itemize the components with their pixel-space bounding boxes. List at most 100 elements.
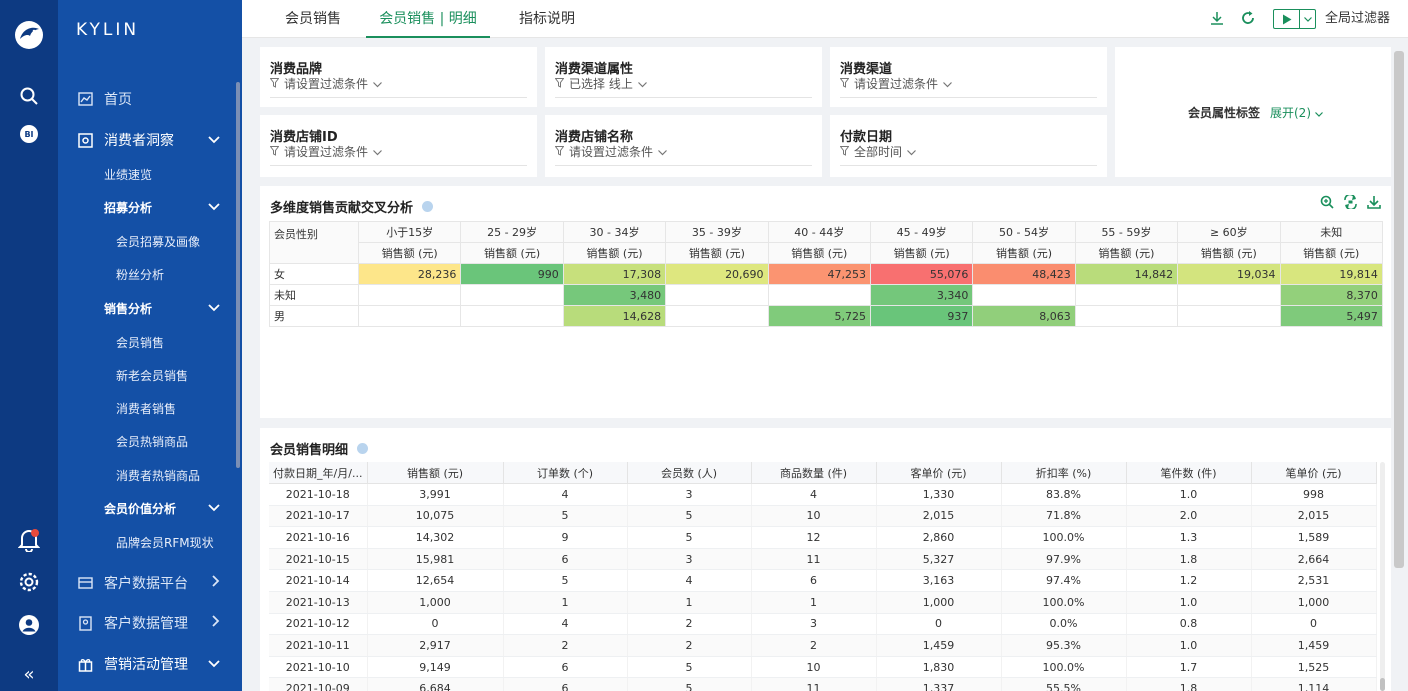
bell-icon[interactable] xyxy=(0,527,58,553)
sidebar-item-consumer-sales[interactable]: 消费者销售 xyxy=(58,394,242,422)
filter-value: 已选择 线上 xyxy=(554,75,647,92)
filter-payment-date[interactable]: 付款日期 全部时间 xyxy=(830,115,1107,177)
table-row[interactable]: 2021-10-10 9,149 6 5 10 1,830 100.0% 1.7 1,525 xyxy=(269,656,1377,679)
sidebar-item-consumer-hot[interactable]: 消费者热销商品 xyxy=(58,461,242,489)
sidebar-item-consumer-insight[interactable]: 消费者洞察 xyxy=(58,122,242,158)
member-tag-expand[interactable]: 展开(2) xyxy=(1270,104,1323,121)
filter-value-text: 请设置过滤条件 xyxy=(284,77,369,91)
main-content: 会员销售 会员销售 | 明细 指标说明 全局过滤器 消费品牌 请设置过滤条件 消… xyxy=(242,0,1408,691)
table-row[interactable]: 2021-10-13 1,000 1 1 1 1,000 100.0% 1.0 1,000 xyxy=(269,591,1377,614)
sidebar-group-member-value[interactable]: 会员价值分析 xyxy=(58,494,242,522)
sidebar-item-member-sales[interactable]: 会员销售 xyxy=(58,328,242,356)
search-icon[interactable] xyxy=(0,84,58,108)
gear-icon[interactable] xyxy=(0,570,58,594)
table-cell: 1,000 xyxy=(876,591,1002,614)
column-header[interactable]: 笔单价 (元) xyxy=(1251,462,1377,485)
column-header[interactable]: 客单价 (元) xyxy=(876,462,1002,485)
table-cell: 2021-10-11 xyxy=(269,634,368,657)
sidebar-item-cdp[interactable]: 客户数据平台 xyxy=(58,565,242,601)
switch-icon[interactable] xyxy=(1343,193,1358,212)
table-row[interactable]: 2021-10-18 3,991 4 3 4 1,330 83.8% 1.0 998 xyxy=(269,483,1377,506)
sidebar-item-home[interactable]: 首页 xyxy=(58,81,242,117)
user-icon[interactable] xyxy=(0,613,58,637)
download-icon[interactable] xyxy=(1210,10,1224,29)
table-cell: 15,981 xyxy=(367,548,504,571)
filter-icon xyxy=(554,145,565,159)
tab-bar: 会员销售 会员销售 | 明细 指标说明 全局过滤器 xyxy=(242,0,1408,38)
column-header[interactable]: 商品数量 (件) xyxy=(751,462,877,485)
table-row[interactable]: 2021-10-09 6,684 6 5 11 1,337 55.5% 1.8 1,114 xyxy=(269,677,1377,691)
table-row[interactable]: 2021-10-14 12,654 5 4 6 3,163 97.4% 1.2 2,531 xyxy=(269,569,1377,593)
filter-store-id[interactable]: 消费店铺ID 请设置过滤条件 xyxy=(260,115,537,177)
collapse-icon[interactable]: « xyxy=(0,662,58,686)
tab-metric-description[interactable]: 指标说明 xyxy=(519,0,575,38)
heat-cell: 3,480 xyxy=(562,284,667,306)
sidebar-item-fans[interactable]: 粉丝分析 xyxy=(58,260,242,288)
table-cell: 2,015 xyxy=(1251,505,1377,528)
table-row[interactable]: 2021-10-17 10,075 5 5 10 2,015 71.8% 2.0 2,015 xyxy=(269,505,1377,528)
refresh-icon[interactable] xyxy=(1241,10,1255,29)
filter-channel[interactable]: 消费渠道 请设置过滤条件 xyxy=(830,47,1107,107)
platform-icon xyxy=(76,574,94,592)
column-header[interactable]: 折扣率 (%) xyxy=(1001,462,1127,485)
sidebar-group-recruit[interactable]: 招募分析 xyxy=(58,193,242,221)
table-cell: 2021-10-10 xyxy=(269,656,368,679)
table-cell: 71.8% xyxy=(1001,505,1127,528)
zoom-icon[interactable] xyxy=(1320,195,1334,212)
row-label: 男 xyxy=(269,305,359,327)
sidebar-group-sales[interactable]: 销售分析 xyxy=(58,294,242,322)
sidebar-item-recruit-portrait[interactable]: 会员招募及画像 xyxy=(58,227,242,255)
bi-icon[interactable]: BI xyxy=(0,122,58,146)
table-cell: 1 xyxy=(751,591,877,614)
table-row[interactable]: 2021-10-11 2,917 2 2 2 1,459 95.3% 1.0 1,459 xyxy=(269,634,1377,657)
table-cell: 6 xyxy=(503,656,628,679)
filter-store-name[interactable]: 消费店铺名称 请设置过滤条件 xyxy=(545,115,822,177)
sidebar-item-performance[interactable]: 业绩速览 xyxy=(58,160,242,188)
age-header: 50 - 54岁 xyxy=(972,221,1076,243)
insight-icon xyxy=(76,131,94,149)
sidebar-item-cdm[interactable]: 客户数据管理 xyxy=(58,605,242,641)
icon-rail: BI « xyxy=(0,0,58,691)
sidebar-item-marketing[interactable]: 营销活动管理 xyxy=(58,646,242,682)
play-icon[interactable] xyxy=(1274,10,1299,28)
chevron-down-icon[interactable] xyxy=(1299,10,1315,28)
download-icon[interactable] xyxy=(1367,195,1381,212)
table-cell: 83.8% xyxy=(1001,483,1127,506)
metric-header: 销售额 (元) xyxy=(869,242,974,264)
table-row[interactable]: 2021-10-12 0 4 2 3 0 0.0% 0.8 0 xyxy=(269,613,1377,636)
main-scrollbar[interactable] xyxy=(1394,51,1404,568)
tab-member-sales-detail[interactable]: 会员销售 | 明细 xyxy=(366,0,490,38)
heat-cell xyxy=(1177,305,1281,327)
column-header[interactable]: 订单数 (个) xyxy=(503,462,628,485)
tab-member-sales[interactable]: 会员销售 xyxy=(285,0,341,38)
sidebar-item-new-old-sales[interactable]: 新老会员销售 xyxy=(58,361,242,389)
table-cell: 1 xyxy=(503,591,628,614)
sidebar-scrollbar[interactable] xyxy=(236,82,240,468)
table-cell: 1.8 xyxy=(1126,548,1252,571)
table-cell: 0.8 xyxy=(1126,613,1252,636)
sidebar-item-member-hot[interactable]: 会员热销商品 xyxy=(58,427,242,455)
table-cell: 0.0% xyxy=(1001,613,1127,636)
table-row: 男 14,628 5,725 937 8,063 5,497 xyxy=(269,305,1383,327)
table-cell: 6 xyxy=(503,548,628,571)
age-header: 25 - 29岁 xyxy=(460,221,564,243)
column-header[interactable]: 笔件数 (件) xyxy=(1126,462,1252,485)
table-cell: 1,000 xyxy=(1251,591,1377,614)
filter-channel-attr[interactable]: 消费渠道属性 已选择 线上 xyxy=(545,47,822,107)
heat-cell: 990 xyxy=(460,263,564,285)
table-row[interactable]: 2021-10-15 15,981 6 3 11 5,327 97.9% 1.8 2,664 xyxy=(269,548,1377,571)
column-header[interactable]: 付款日期_年/月/... xyxy=(269,462,368,485)
sidebar-item-rfm[interactable]: 品牌会员RFM现状 xyxy=(58,528,242,556)
column-header[interactable]: 会员数 (人) xyxy=(627,462,752,485)
column-header[interactable]: 销售额 (元) xyxy=(367,462,504,485)
table-cell: 5 xyxy=(627,526,752,549)
detail-scrollbar[interactable] xyxy=(1380,678,1385,691)
table-cell: 3,991 xyxy=(367,483,504,506)
global-filter-button[interactable]: 全局过滤器 xyxy=(1325,0,1390,38)
sidebar-item-label: 业绩速览 xyxy=(104,167,153,182)
table-row[interactable]: 2021-10-16 14,302 9 5 12 2,860 100.0% 1.3 1,589 xyxy=(269,526,1377,549)
sidebar-item-label: 品牌会员RFM现状 xyxy=(116,535,214,550)
heat-cell xyxy=(1177,284,1281,306)
cross-table: 会员性别 小于15岁 25 - 29岁 30 - 34岁 35 - 39岁 40… xyxy=(269,221,1383,327)
filter-brand[interactable]: 消费品牌 请设置过滤条件 xyxy=(260,47,537,107)
